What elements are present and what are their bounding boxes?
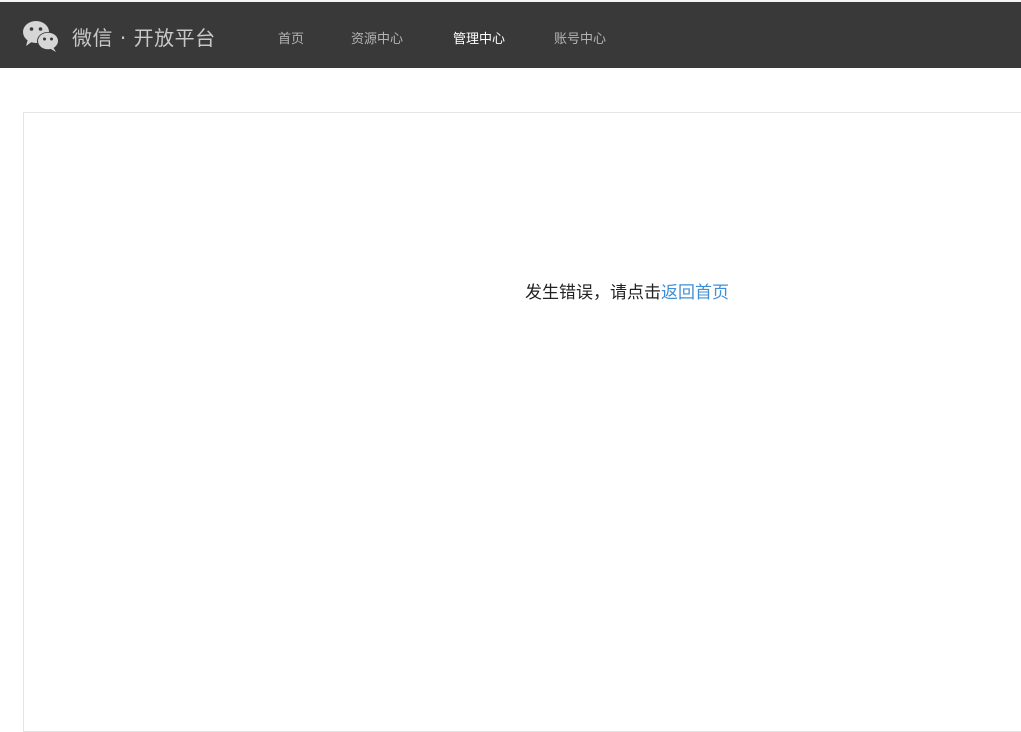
error-message: 发生错误，请点击返回首页 (525, 278, 729, 303)
nav-management-center[interactable]: 管理中心 (453, 28, 505, 47)
wechat-logo-icon (23, 21, 59, 52)
content-panel (23, 112, 1021, 732)
nav-resource-center[interactable]: 资源中心 (351, 28, 403, 47)
brand-title: 微信 · 开放平台 (72, 25, 216, 50)
error-text: 发生错误，请点击 (525, 283, 661, 303)
return-home-link[interactable]: 返回首页 (661, 283, 729, 303)
top-navigation-bar: 微信 · 开放平台 首页 资源中心 管理中心 账号中心 (0, 0, 1021, 68)
brand-logo[interactable]: 微信 · 开放平台 (22, 18, 216, 54)
nav-account-center[interactable]: 账号中心 (554, 28, 606, 47)
nav-home[interactable]: 首页 (278, 28, 304, 47)
